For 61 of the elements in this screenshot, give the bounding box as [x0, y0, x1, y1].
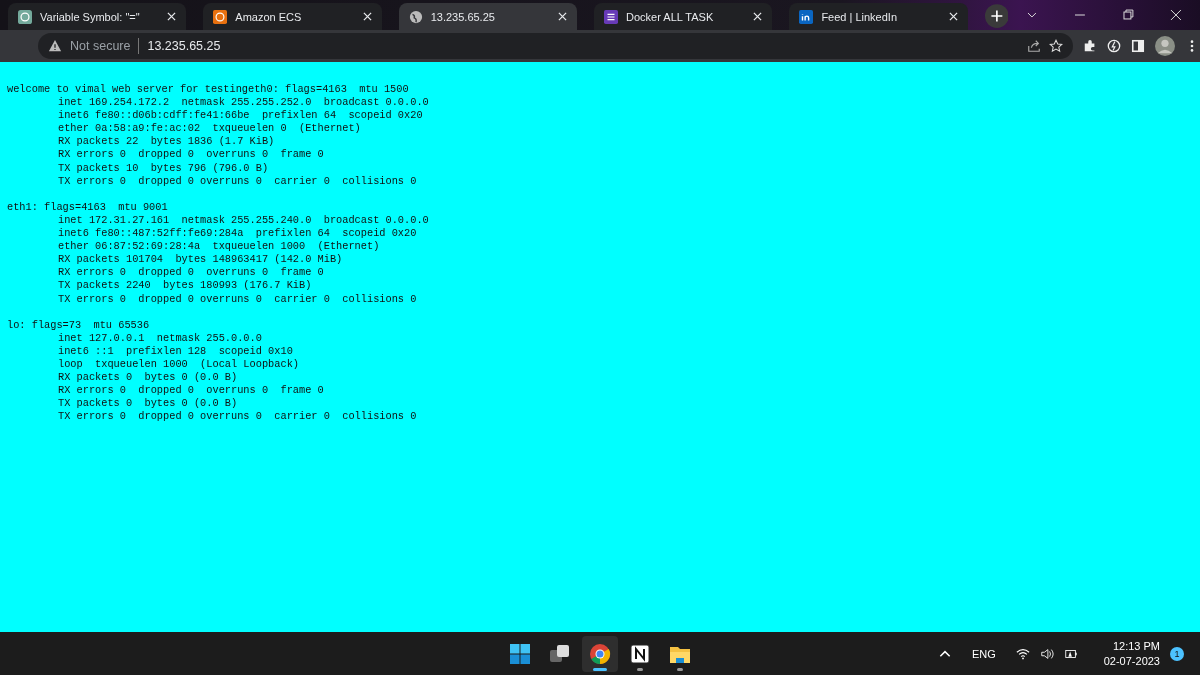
url-text: 13.235.65.25 — [147, 39, 221, 53]
new-tab-icon[interactable] — [984, 4, 1009, 28]
chrome-icon — [589, 642, 611, 665]
time-text: 12:13 PM — [1112, 638, 1160, 654]
language-indicator[interactable]: ENG — [971, 647, 996, 660]
taskbar-app[interactable] — [582, 635, 618, 672]
close-icon[interactable] — [362, 12, 372, 21]
browser-tab[interactable]: Variable Symbol: "=" — [8, 3, 187, 30]
browser-tab[interactable]: Feed | LinkedIn — [789, 3, 968, 30]
restore-icon[interactable] — [1122, 9, 1135, 21]
output-line: inet 127.0.0.1 netmask 255.0.0.0 — [57, 331, 262, 345]
browser-tab[interactable]: 13.235.65.25 — [398, 3, 578, 30]
output-line: TX errors 0 dropped 0 overruns 0 carrier 0 collisions 0 — [57, 410, 417, 424]
close-icon[interactable] — [753, 12, 763, 21]
output-line: RX packets 101704 bytes 148963417 (142.0 MiB) — [57, 253, 343, 267]
output-line: TX errors 0 dropped 0 overruns 0 carrier 0 collisions 0 — [57, 292, 417, 306]
output-line: inet 169.254.172.2 netmask 255.255.252.0 broadcast 0.0.0.0 — [57, 96, 429, 110]
close-icon[interactable] — [948, 12, 958, 21]
puzzle-icon[interactable] — [1083, 39, 1097, 53]
windows-icon — [509, 642, 531, 665]
output-line: inet 172.31.27.161 netmask 255.255.240.0 broadcast 0.0.0.0 — [57, 213, 429, 228]
output-line: ether 0a:58:a9:fe:ac:02 txqueuelen 0 (Ethernet) — [57, 122, 361, 136]
browser-tab[interactable]: Amazon ECS — [203, 3, 382, 30]
output-line: RX errors 0 dropped 0 overruns 0 frame 0 — [57, 384, 324, 398]
close-icon[interactable] — [167, 12, 177, 21]
output-line: TX packets 10 bytes 796 (796.0 B) — [57, 161, 269, 175]
output-line: loop txqueuelen 1000 (Local Loopback) — [57, 357, 299, 372]
output-line: eth1: flags=4163 mtu 9001 — [6, 200, 168, 214]
output-line: TX packets 2240 bytes 180993 (176.7 KiB) — [57, 279, 312, 293]
wifi-icon[interactable] — [1015, 646, 1030, 661]
avatar[interactable] — [1155, 36, 1175, 56]
notion-icon — [629, 642, 651, 665]
output-line: inet6 fe80::487:52ff:fe69:284a prefixlen 64 scopeid 0x20 — [57, 227, 417, 241]
sidebar-icon[interactable] — [1131, 39, 1145, 53]
output-line: RX errors 0 dropped 0 overruns 0 frame 0 — [57, 148, 324, 162]
date-text: 02-07-2023 — [1103, 653, 1160, 669]
output-line: inet6 fe80::d06b:cdff:fe41:66be prefixlen 64 scopeid 0x20 — [57, 109, 423, 123]
task-view-icon — [549, 642, 571, 665]
address-bar[interactable]: Not secure 13.235.65.25 — [38, 33, 1073, 59]
close-icon[interactable] — [1170, 9, 1182, 21]
speaker-icon[interactable] — [1039, 646, 1054, 661]
clock[interactable]: 12:13 PM 02-07-2023 — [1103, 638, 1160, 669]
output-line: RX packets 0 bytes 0 (0.0 B) — [57, 371, 238, 385]
output-line: lo: flags=73 mtu 65536 — [6, 318, 150, 332]
star-icon[interactable] — [1049, 39, 1063, 53]
output-line: TX packets 0 bytes 0 (0.0 B) — [57, 397, 238, 411]
output-line: welcome to vimal web server for testingeth0: flags=4163 mtu 1500 — [6, 83, 409, 97]
linkedin-icon — [799, 9, 814, 24]
warning-icon — [48, 39, 62, 53]
notification-badge[interactable]: 1 — [1170, 646, 1184, 661]
output-line: TX errors 0 dropped 0 overruns 0 carrier 0 collisions 0 — [57, 174, 417, 188]
output-line: inet6 ::1 prefixlen 128 scopeid 0x10 — [57, 344, 293, 358]
output-line: ether 06:87:52:69:28:4a txqueuelen 1000 (Ethernet) — [57, 240, 380, 254]
browser-tab[interactable]: Docker ALL TASK — [594, 3, 773, 30]
share-icon[interactable] — [1027, 39, 1041, 53]
close-icon[interactable] — [558, 12, 568, 21]
output-line: RX packets 22 bytes 1836 (1.7 KiB) — [57, 135, 275, 149]
security-label: Not secure — [70, 39, 131, 53]
globe-icon — [408, 9, 423, 24]
output-line: RX errors 0 dropped 0 overruns 0 frame 0 — [57, 266, 324, 280]
list-icon — [604, 9, 619, 24]
